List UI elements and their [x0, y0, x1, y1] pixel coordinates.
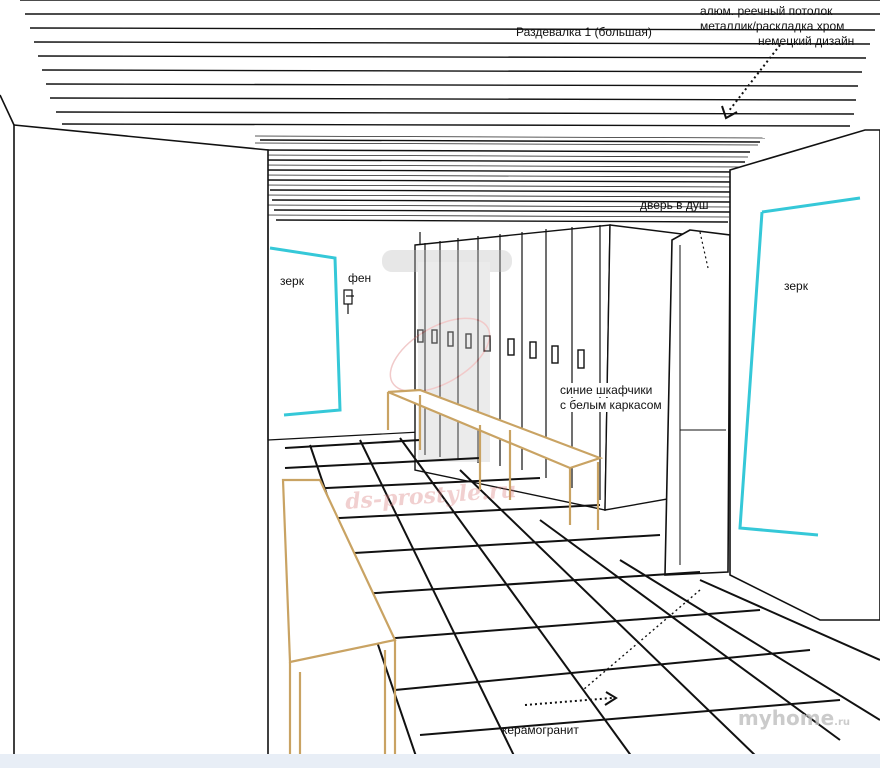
- credit-main: myhome: [737, 706, 835, 730]
- bottom-strip: [0, 754, 880, 768]
- ceiling-note-line1: алюм. реечный потолок: [700, 4, 833, 18]
- hairdryer-icon: [343, 289, 354, 314]
- site-credit: myhome.ru: [738, 706, 850, 730]
- left-door-panel: [0, 94, 269, 768]
- shower-door-label: дверь в душ: [640, 198, 709, 212]
- ceiling-note-line2: металлик/раскладка хром: [700, 19, 845, 33]
- sketch-canvas: Раздевалка 1 (большая) алюм. реечный пот…: [0, 0, 880, 768]
- room-sketch: [0, 0, 880, 768]
- lockers-label-line1: синие шкафчики: [560, 383, 653, 397]
- mirror-right-label: зерк: [784, 279, 808, 293]
- drawing-title: Раздевалка 1 (большая): [516, 25, 652, 39]
- ceiling-note-line3: немецкий дизайн: [758, 34, 855, 48]
- lockers-label-line2: с белым каркасом: [560, 398, 662, 412]
- floor-label: керамогранит: [502, 723, 579, 737]
- bench-left: [281, 478, 397, 768]
- credit-suffix: .ru: [834, 717, 850, 728]
- mirror-left-label: зерк: [280, 274, 304, 288]
- shower-door-frame: [664, 229, 731, 576]
- right-wall: [729, 129, 880, 621]
- hairdryer-label: фен: [348, 271, 372, 285]
